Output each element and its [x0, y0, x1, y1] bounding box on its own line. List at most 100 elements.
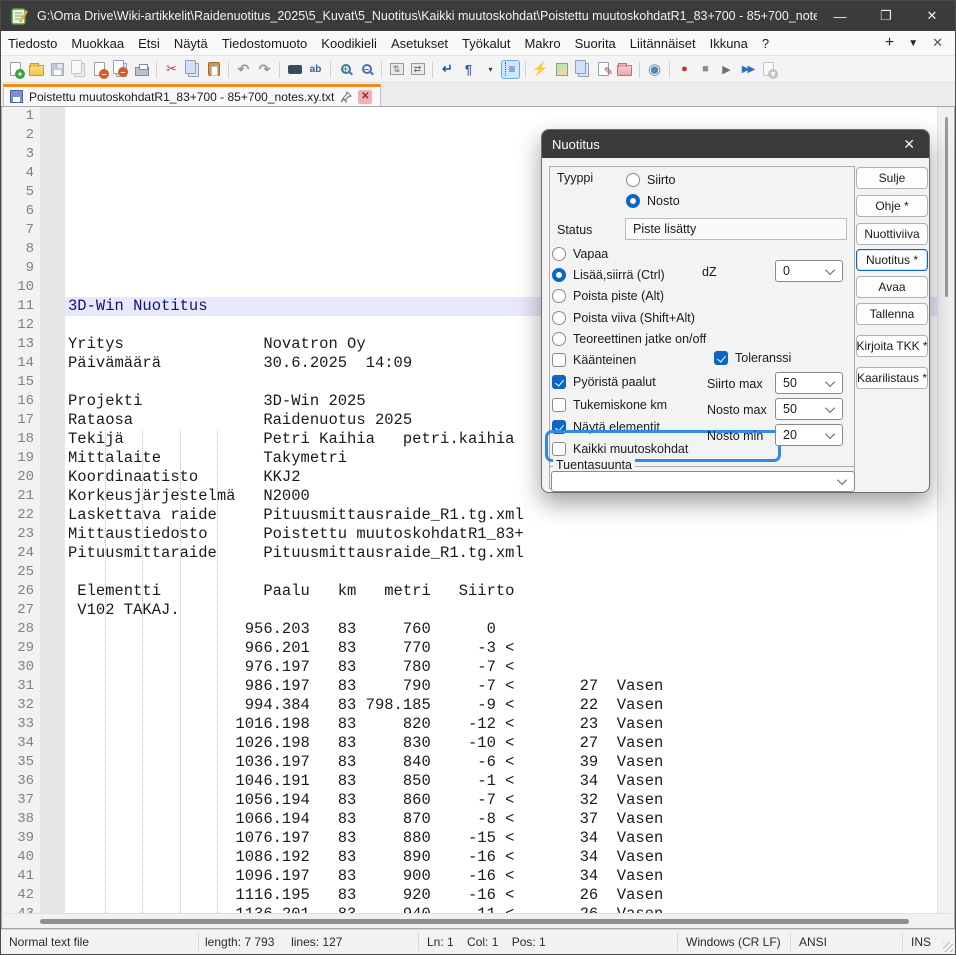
menu-item-asetukset[interactable]: Asetukset [384, 33, 455, 54]
word-wrap-icon[interactable]: ↵ [438, 60, 457, 79]
horizontal-scrollbar[interactable] [1, 913, 955, 929]
undo-icon[interactable]: ↶ [234, 60, 253, 79]
checkbox-pyöristä-paalut[interactable]: Pyöristä paalut [552, 371, 688, 393]
menu-item-tiedosto[interactable]: Tiedosto [1, 33, 64, 54]
mode-radio-lisää-siirrä-ctrl-[interactable]: Lisää,siirrä (Ctrl) [552, 264, 706, 285]
line-number: 25 [2, 563, 34, 582]
pin-tab-icon[interactable] [340, 91, 352, 103]
indent-guide-active-icon[interactable]: ≡ [501, 60, 520, 79]
show-symbols-dropdown-icon[interactable]: ▾ [480, 60, 499, 79]
folder-as-workspace-icon[interactable] [615, 60, 634, 79]
menu-item-suorita[interactable]: Suorita [568, 33, 623, 54]
nosto-min-combo[interactable]: 20 [775, 424, 843, 446]
nosto-max-combo[interactable]: 50 [775, 398, 843, 420]
paste-icon[interactable] [204, 60, 223, 79]
mode-radio-teoreettinen-jatke-on-off[interactable]: Teoreettinen jatke on/off [552, 328, 706, 349]
kirjoita-tkk-button[interactable]: Kirjoita TKK * [856, 335, 928, 357]
zoom-in-icon[interactable]: + [336, 60, 355, 79]
menu-item-tiedostomuoto[interactable]: Tiedostomuoto [215, 33, 315, 54]
sync-horizontal-icon[interactable]: ⇄ [408, 60, 427, 79]
ohje-button[interactable]: Ohje * [856, 195, 928, 217]
mode-radio-poista-piste-alt-[interactable]: Poista piste (Alt) [552, 286, 706, 307]
function-list-icon[interactable] [594, 60, 613, 79]
menu-item-koodikieli[interactable]: Koodikieli [314, 33, 384, 54]
checkbox-käänteinen[interactable]: Käänteinen [552, 349, 688, 371]
status-encoding[interactable]: ANSI [799, 935, 827, 949]
tab-list-dropdown-icon[interactable]: ▼ [908, 38, 918, 49]
text-line: 966.201 83 770 -3 < [65, 639, 937, 658]
minimize-button[interactable]: — [817, 1, 863, 31]
checkbox-toleranssi[interactable]: Toleranssi [714, 351, 791, 365]
new-tab-button[interactable]: + [885, 34, 894, 52]
dialog-close-icon[interactable]: ✕ [899, 136, 919, 153]
document-list-icon[interactable] [573, 60, 592, 79]
siirto-max-combo[interactable]: 50 [775, 372, 843, 394]
document-map-icon[interactable] [552, 60, 571, 79]
status-label: Status [557, 223, 592, 237]
menu-item-ty-kalut[interactable]: Työkalut [455, 33, 517, 54]
menu-item-liit-nn-iset[interactable]: Liitännäiset [623, 33, 703, 54]
new-file-icon[interactable]: + [6, 60, 25, 79]
copy-icon[interactable] [183, 60, 202, 79]
resize-grip[interactable] [943, 942, 953, 952]
tallenna-button[interactable]: Tallenna [856, 303, 928, 325]
close-all-docs-icon[interactable]: – [111, 60, 130, 79]
kaarilistaus-button[interactable]: Kaarilistaus * [856, 367, 928, 389]
status-eol[interactable]: Windows (CR LF) [686, 935, 781, 949]
replace-icon[interactable]: ab [306, 60, 325, 79]
line-number: 21 [2, 487, 34, 506]
shortcut-mapper-icon[interactable]: ⚡ [531, 60, 550, 79]
close-tab-icon[interactable]: ✕ [358, 90, 372, 104]
cut-icon[interactable]: ✂ [162, 60, 181, 79]
horizontal-scrollbar-thumb[interactable] [40, 919, 909, 924]
nuottiviiva-button[interactable]: Nuottiviiva [856, 223, 928, 245]
file-monitoring-eye-icon[interactable]: ◉ [645, 60, 664, 79]
status-ins-mode[interactable]: INS [911, 935, 931, 949]
print-icon[interactable] [132, 60, 151, 79]
avaa-button[interactable]: Avaa [856, 276, 928, 298]
maximize-button[interactable]: ❒ [863, 1, 909, 31]
mode-radio-vapaa[interactable]: Vapaa [552, 243, 706, 264]
dz-combo[interactable]: 0 [775, 260, 843, 282]
sync-vertical-icon[interactable]: ⇅ [387, 60, 406, 79]
macro-play-icon[interactable]: ▶ [717, 60, 736, 79]
menu-item-etsi[interactable]: Etsi [131, 33, 167, 54]
vertical-scrollbar[interactable] [937, 107, 954, 913]
macro-record-icon[interactable]: ● [675, 60, 694, 79]
sulje-button[interactable]: Sulje [856, 167, 928, 189]
menu-item-makro[interactable]: Makro [517, 33, 567, 54]
line-number: 18 [2, 430, 34, 449]
mode-radio-poista-viiva-shift-alt-[interactable]: Poista viiva (Shift+Alt) [552, 307, 706, 328]
bookmark-margin[interactable] [40, 107, 65, 913]
macro-save-icon[interactable]: ▾ [759, 60, 778, 79]
zoom-out-icon[interactable]: – [357, 60, 376, 79]
text-line: 1086.192 83 890 -16 < 34 Vasen [65, 848, 937, 867]
show-all-characters-icon[interactable]: ¶ [459, 60, 478, 79]
close-button[interactable]: ✕ [909, 1, 955, 31]
menu-item-n-yt-[interactable]: Näytä [167, 33, 215, 54]
save-icon[interactable] [48, 60, 67, 79]
tyyppi-label: Tyyppi [557, 171, 593, 185]
dz-value: 0 [783, 264, 790, 278]
document-tab[interactable]: Poistettu muutoskohdatR1_83+700 - 85+700… [3, 84, 381, 106]
tyyppi-radio-nosto[interactable]: Nosto [626, 190, 680, 211]
radio-label: Teoreettinen jatke on/off [573, 332, 706, 346]
line-number: 36 [2, 772, 34, 791]
open-folder-icon[interactable] [27, 60, 46, 79]
menu-item-ikkuna[interactable]: Ikkuna [703, 33, 755, 54]
copy-disabled-icon[interactable] [69, 60, 88, 79]
redo-icon[interactable]: ↷ [255, 60, 274, 79]
menu-item-?[interactable]: ? [755, 33, 776, 54]
tyyppi-radio-siirto[interactable]: Siirto [626, 169, 680, 190]
close-doc-icon[interactable]: – [90, 60, 109, 79]
close-tab-button[interactable]: ✕ [932, 35, 943, 51]
menu-item-muokkaa[interactable]: Muokkaa [64, 33, 131, 54]
nuotitus-button[interactable]: Nuotitus * [856, 249, 928, 271]
vertical-scrollbar-thumb[interactable] [945, 117, 948, 297]
macro-stop-icon[interactable]: ■ [696, 60, 715, 79]
tuentasuunta-combo[interactable] [551, 471, 855, 492]
checkbox-tukemiskone-km[interactable]: Tukemiskone km [552, 394, 688, 416]
find-icon[interactable] [285, 60, 304, 79]
dialog-titlebar[interactable]: Nuotitus ✕ [542, 130, 929, 158]
macro-run-multiple-icon[interactable]: ▶▶ [738, 60, 757, 79]
